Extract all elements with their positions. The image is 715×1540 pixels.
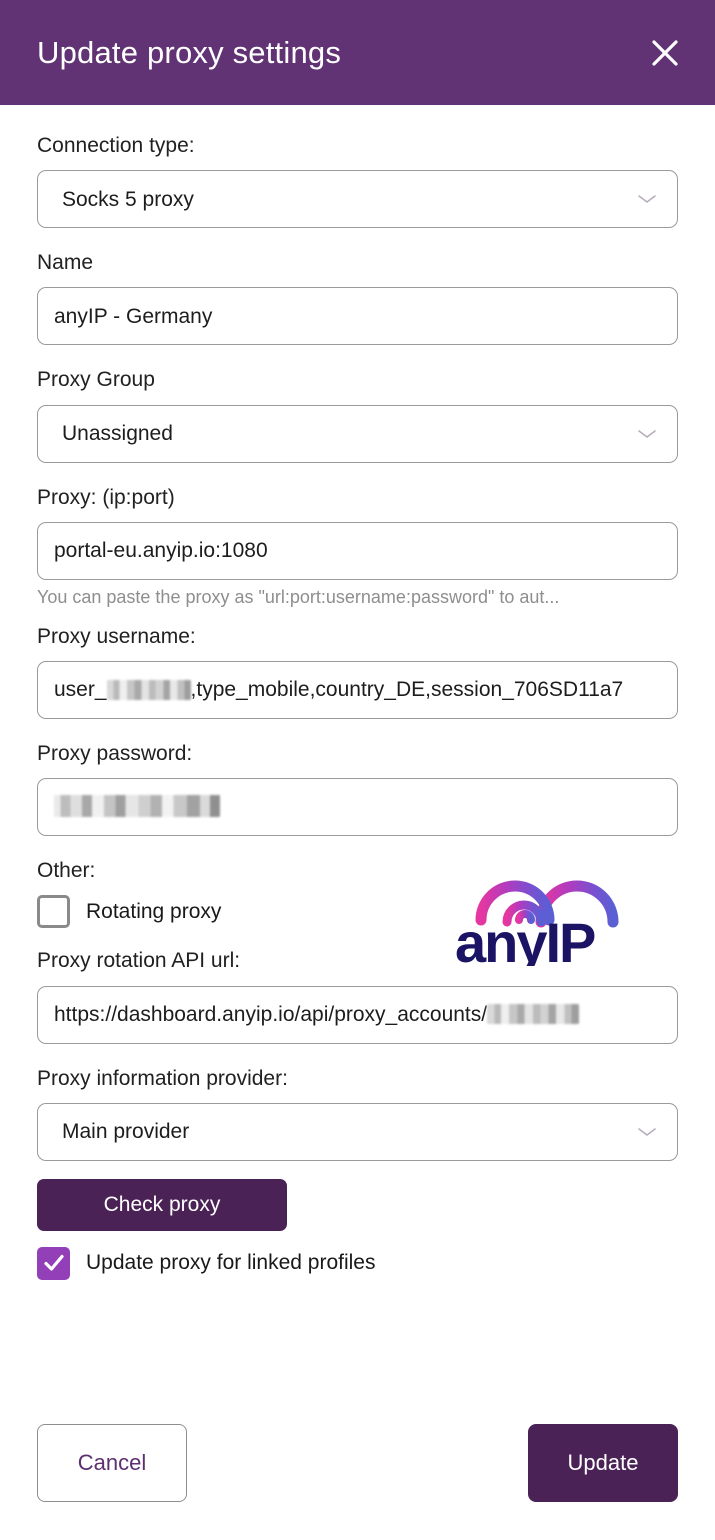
proxy-username-suffix: ,type_mobile,country_DE,session_706SD11a… — [190, 678, 624, 702]
other-section: Other: Rotating proxy anyIP — [37, 858, 678, 966]
dialog-header: Update proxy settings — [0, 0, 715, 105]
name-value: anyIP - Germany — [54, 304, 213, 328]
name-input[interactable]: anyIP - Germany — [37, 287, 678, 346]
proxy-username-label: Proxy username: — [37, 624, 196, 648]
update-proxy-settings-dialog: Update proxy settings Connection type: S… — [0, 0, 715, 1540]
rotating-proxy-row: Rotating proxy — [37, 895, 678, 929]
connection-type-select[interactable]: Socks 5 proxy — [37, 170, 678, 229]
name-field: Name anyIP - Germany — [37, 250, 678, 346]
connection-type-field: Connection type: Socks 5 proxy — [37, 133, 678, 229]
check-proxy-button[interactable]: Check proxy — [37, 1178, 287, 1231]
connection-type-label: Connection type: — [37, 134, 195, 157]
rotation-api-url-prefix: https://dashboard.anyip.io/api/proxy_acc… — [54, 1002, 488, 1026]
chevron-down-icon — [637, 193, 657, 205]
proxy-group-select[interactable]: Unassigned — [37, 404, 678, 463]
proxy-username-input[interactable]: user_ ,type_mobile,country_DE,session_706… — [37, 660, 678, 719]
proxy-password-label: Proxy password: — [37, 741, 193, 765]
proxy-address-field: Proxy: (ip:port) portal-eu.anyip.io:1080… — [37, 485, 678, 608]
proxy-group-field: Proxy Group Unassigned — [37, 367, 678, 463]
proxy-address-input[interactable]: portal-eu.anyip.io:1080 — [37, 521, 678, 580]
information-provider-select[interactable]: Main provider — [37, 1102, 678, 1161]
connection-type-value: Socks 5 proxy — [62, 187, 194, 211]
redacted-block — [54, 795, 220, 818]
cancel-button[interactable]: Cancel — [37, 1423, 187, 1502]
redacted-block — [106, 679, 191, 700]
proxy-username-prefix: user_ — [54, 678, 107, 702]
proxy-address-helper: You can paste the proxy as "url:port:use… — [37, 586, 560, 607]
update-linked-profiles-checkbox[interactable] — [37, 1246, 70, 1280]
proxy-password-input[interactable] — [37, 778, 678, 837]
information-provider-field: Proxy information provider: Main provide… — [37, 1066, 678, 1161]
rotating-proxy-checkbox[interactable] — [37, 895, 70, 929]
chevron-down-icon — [637, 428, 657, 440]
update-button[interactable]: Update — [528, 1423, 678, 1502]
update-linked-profiles-label: Update proxy for linked profiles — [86, 1251, 376, 1275]
rotation-api-url-field: Proxy rotation API url: https://dashboar… — [37, 948, 678, 1044]
proxy-address-label: Proxy: (ip:port) — [37, 485, 175, 509]
rotation-api-url-label: Proxy rotation API url: — [37, 949, 241, 973]
proxy-group-value: Unassigned — [62, 422, 173, 446]
other-label: Other: — [37, 859, 96, 883]
close-icon[interactable] — [639, 27, 691, 79]
proxy-password-field: Proxy password: — [37, 741, 678, 837]
update-linked-profiles-row: Update proxy for linked profiles — [37, 1246, 678, 1280]
proxy-username-field: Proxy username: user_ ,type_mobile,countr… — [37, 624, 678, 719]
chevron-down-icon — [637, 1126, 657, 1138]
dialog-footer: Cancel Update — [0, 1385, 715, 1540]
proxy-group-label: Proxy Group — [37, 368, 155, 392]
name-label: Name — [37, 251, 94, 275]
dialog-title: Update proxy settings — [37, 34, 342, 70]
rotation-api-url-input[interactable]: https://dashboard.anyip.io/api/proxy_acc… — [37, 985, 678, 1044]
rotation-api-url-value: https://dashboard.anyip.io/api/proxy_acc… — [54, 1002, 580, 1026]
information-provider-value: Main provider — [62, 1120, 190, 1144]
dialog-body: Connection type: Socks 5 proxy Name anyI… — [0, 105, 715, 1540]
information-provider-label: Proxy information provider: — [37, 1066, 288, 1090]
proxy-address-value: portal-eu.anyip.io:1080 — [54, 539, 268, 563]
proxy-username-value: user_ ,type_mobile,country_DE,session_706… — [54, 679, 623, 700]
rotating-proxy-label: Rotating proxy — [86, 899, 222, 923]
redacted-block — [487, 1004, 580, 1025]
